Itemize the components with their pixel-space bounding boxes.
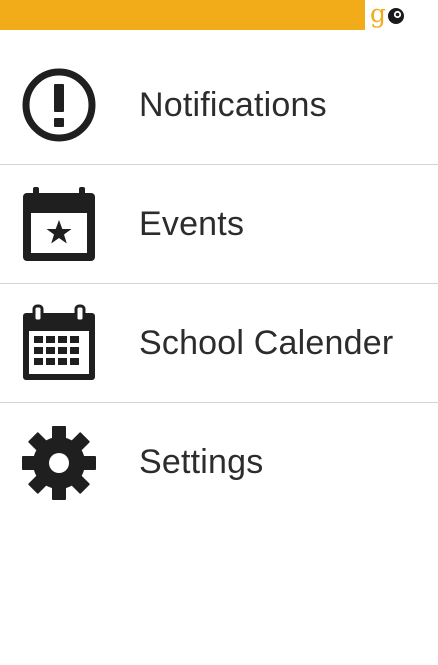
nav-menu: Notifications Events School Calender Set… [0,46,438,522]
menu-item-label: Events [139,204,245,243]
logo-letter: g [370,0,387,28]
menu-item-label: Settings [139,443,264,481]
gear-icon [20,424,98,502]
menu-item-label: Notifications [139,85,327,124]
menu-item-settings[interactable]: Settings [0,403,438,522]
calendar-grid-icon [20,304,98,382]
menu-item-notifications[interactable]: Notifications [0,46,438,165]
menu-item-school-calender[interactable]: School Calender [0,284,438,403]
menu-item-events[interactable]: Events [0,165,438,284]
accent-strip [0,0,365,30]
menu-item-label: School Calender [139,323,394,362]
logo-eye-icon [388,8,405,24]
app-logo: g [366,0,438,30]
top-bar: g [0,0,438,30]
exclamation-circle-icon [20,66,98,144]
calendar-star-icon [20,185,98,263]
